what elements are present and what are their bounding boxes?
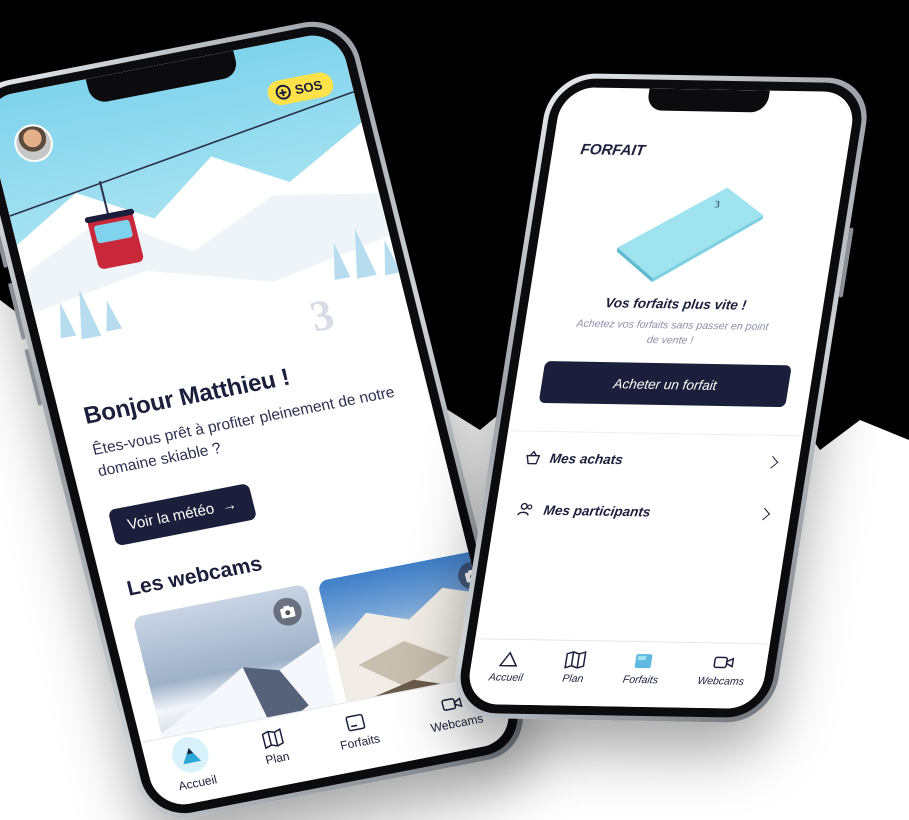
buy-pass-button[interactable]: Acheter un forfait — [538, 361, 792, 408]
video-camera-icon — [713, 656, 735, 668]
promo-subtitle: Achetez vos forfaits sans passer en poin… — [575, 317, 770, 347]
ski-pass-card-illustration: 3 — [600, 178, 778, 295]
map-icon — [261, 727, 284, 749]
tab-accueil[interactable]: Accueil — [488, 649, 527, 683]
tab-bar: Accueil Plan Forfaits Webcams — [464, 638, 770, 710]
arrow-right-icon: → — [219, 495, 239, 516]
plus-circle-icon — [273, 83, 292, 101]
chevron-right-icon — [757, 507, 771, 520]
tab-forfaits[interactable]: Forfaits — [622, 651, 662, 686]
menu-item-mes-participants[interactable]: Mes participants — [516, 497, 771, 525]
tab-plan[interactable]: Plan — [258, 727, 291, 767]
weather-button[interactable]: Voir la météo → — [107, 483, 257, 547]
chevron-right-icon — [765, 455, 779, 469]
mountain-icon — [498, 650, 518, 667]
map-icon — [564, 650, 588, 669]
tab-forfaits[interactable]: Forfaits — [333, 710, 381, 752]
ski-pass-icon — [634, 653, 653, 668]
tab-accueil[interactable]: Accueil — [167, 733, 218, 793]
tab-plan[interactable]: Plan — [561, 650, 588, 684]
divider — [508, 430, 803, 437]
tab-webcams[interactable]: Webcams — [697, 653, 749, 687]
users-icon — [517, 502, 533, 516]
webcams-title: Les webcams — [124, 552, 265, 601]
menu-item-mes-achats[interactable]: Mes achats — [524, 446, 779, 474]
promo-title: Vos forfaits plus vite ! — [604, 295, 748, 313]
notch — [646, 88, 770, 113]
page-title: FORFAIT — [579, 141, 647, 160]
hero-illustration: 3 SOS — [0, 30, 421, 391]
basket-icon — [526, 450, 541, 465]
ski-pass-icon — [345, 713, 365, 731]
mountain-icon — [183, 747, 202, 764]
